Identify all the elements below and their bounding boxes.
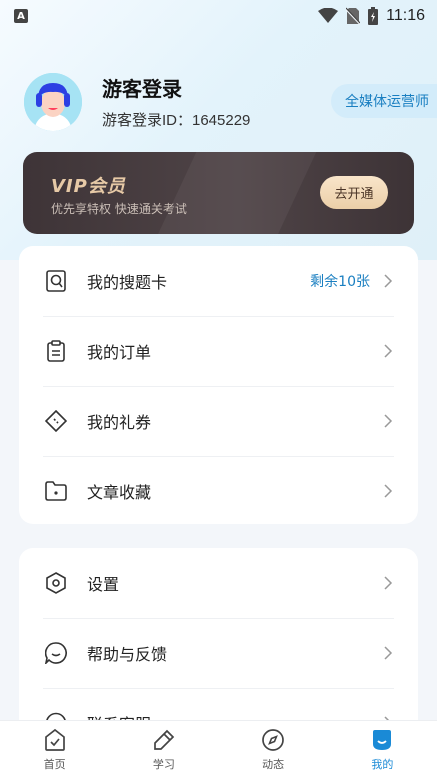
- menu-item-question-cards[interactable]: 我的搜题卡 剩余10张: [19, 246, 418, 316]
- study-icon: [151, 727, 177, 753]
- home-icon: [42, 727, 68, 753]
- tab-mine[interactable]: 我的: [328, 721, 437, 776]
- menu-item-label: 帮助与反馈: [87, 645, 168, 664]
- menu-item-label: 我的订单: [87, 343, 152, 362]
- menu-item-help-feedback[interactable]: 帮助与反馈: [19, 618, 418, 688]
- vip-activate-button[interactable]: 去开通: [320, 176, 388, 209]
- chevron-right-icon: [384, 274, 393, 288]
- remaining-count-badge: 剩余10张: [310, 274, 370, 290]
- profile-section: 游客登录 游客登录ID：1645229 全媒体运营师: [24, 72, 437, 132]
- bottom-tab-bar: 首页 学习 动态 我的: [0, 720, 437, 776]
- tab-label: 首页: [43, 758, 66, 771]
- menu-item-orders[interactable]: 我的订单: [19, 316, 418, 386]
- app-notification-icon: A: [14, 9, 28, 23]
- role-tag[interactable]: 全媒体运营师: [331, 84, 437, 118]
- chevron-right-icon: [384, 414, 393, 428]
- vip-subtitle: 优先享特权 快速通关考试: [51, 202, 187, 216]
- vip-banner[interactable]: VIP会员 优先享特权 快速通关考试 去开通: [23, 152, 414, 234]
- menu-card-primary: 我的搜题卡 剩余10张 我的订单 我的礼券 文章收藏: [19, 246, 418, 524]
- menu-item-label: 我的礼券: [87, 413, 152, 432]
- vip-shine-decoration: [140, 152, 326, 234]
- menu-card-secondary: 设置 帮助与反馈 联系客服: [19, 548, 418, 748]
- chevron-right-icon: [384, 646, 393, 660]
- menu-item-label: 我的搜题卡: [87, 273, 168, 292]
- tab-label: 我的: [371, 758, 394, 771]
- wifi-icon: [318, 8, 339, 23]
- feedback-icon: [45, 642, 67, 664]
- tab-label: 学习: [152, 758, 175, 771]
- chevron-right-icon: [384, 344, 393, 358]
- status-time: 11:16: [386, 7, 425, 24]
- tab-home[interactable]: 首页: [0, 721, 109, 776]
- tab-dynamics[interactable]: 动态: [219, 721, 328, 776]
- compass-icon: [260, 727, 286, 753]
- settings-icon: [45, 572, 67, 594]
- vip-title: VIP会员: [51, 176, 126, 197]
- order-icon: [45, 340, 67, 362]
- profile-icon: [369, 727, 395, 753]
- coupon-icon: [45, 410, 67, 432]
- question-card-icon: [45, 270, 67, 292]
- menu-item-favorites[interactable]: 文章收藏: [19, 456, 418, 524]
- menu-item-coupons[interactable]: 我的礼券: [19, 386, 418, 456]
- avatar[interactable]: [24, 73, 82, 131]
- battery-icon: [368, 7, 379, 25]
- tab-label: 动态: [262, 758, 285, 771]
- no-sim-icon: [346, 7, 361, 25]
- folder-icon: [45, 480, 67, 502]
- chevron-right-icon: [384, 576, 393, 590]
- menu-item-label: 文章收藏: [87, 483, 152, 502]
- status-bar: A 11:16: [0, 0, 437, 32]
- menu-item-settings[interactable]: 设置: [19, 548, 418, 618]
- chevron-right-icon: [384, 484, 393, 498]
- tab-study[interactable]: 学习: [109, 721, 218, 776]
- menu-item-label: 设置: [87, 575, 120, 594]
